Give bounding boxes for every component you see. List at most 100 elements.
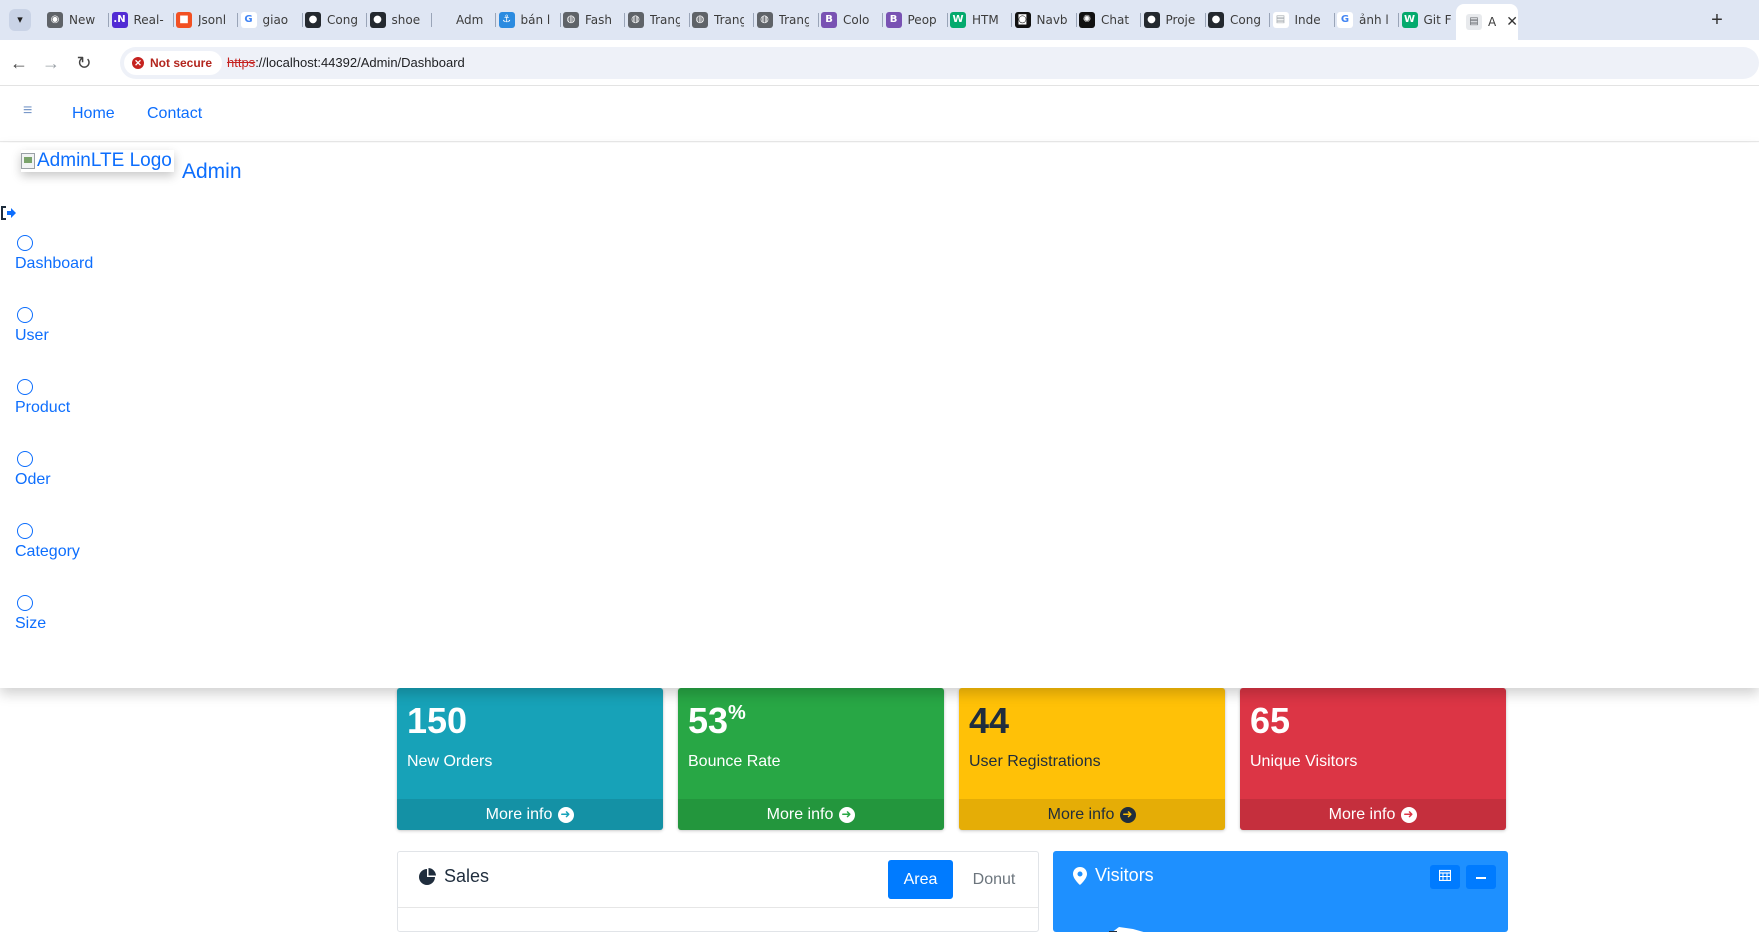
browser-tab[interactable]: ◉ New	[37, 8, 109, 32]
minus-icon	[1476, 876, 1486, 879]
circle-icon	[17, 595, 33, 611]
close-tab-icon[interactable]: ✕	[1506, 14, 1518, 30]
visitors-card-title: Visitors	[1073, 865, 1154, 886]
sidebar-item-label: Oder	[15, 471, 51, 488]
browser-tab[interactable]: W HTM	[940, 8, 1012, 32]
not-secure-icon: ✕	[132, 57, 144, 69]
browser-tab[interactable]: W Git F	[1392, 8, 1464, 32]
github-icon: ●	[1143, 12, 1160, 28]
collapse-button[interactable]	[1466, 865, 1496, 889]
doc-icon: ▤	[1466, 14, 1482, 30]
tab-donut[interactable]: Donut	[962, 860, 1026, 899]
sidebar-item-label: User	[15, 327, 49, 344]
chart-pie-icon	[419, 867, 436, 885]
browser-tab[interactable]: Gảnh l	[1327, 8, 1399, 32]
browser-tab[interactable]: Adm	[424, 8, 496, 32]
broken-image-icon	[21, 153, 35, 169]
stat-box-new-orders: 150 New Orders More info	[397, 688, 663, 830]
browser-tab[interactable]: ◍ Trang	[682, 8, 754, 32]
browser-tab[interactable]: B Colo	[811, 8, 883, 32]
stat-value: 65	[1250, 700, 1291, 741]
active-tab-title: A	[1488, 15, 1497, 29]
microsoft-icon: ■	[176, 12, 192, 28]
arrow-circle-right-icon	[558, 799, 575, 830]
tab-area[interactable]: Area	[888, 860, 953, 899]
stat-label: Bounce Rate	[688, 753, 781, 770]
sidebar-item-dashboard[interactable]: Dashboard	[15, 235, 93, 273]
sidebar-item-label: Dashboard	[15, 255, 94, 272]
bot-icon: ◙	[1014, 12, 1031, 28]
sidebar-item-product[interactable]: Product	[15, 379, 70, 417]
circle-icon	[17, 307, 33, 323]
browser-tab[interactable]: ◍ Fash	[553, 8, 625, 32]
sales-card: Sales Area Donut	[397, 851, 1039, 932]
browser-tab[interactable]: ◙ Navb	[1005, 8, 1077, 32]
forward-arrow-icon[interactable]: →	[39, 51, 63, 75]
browser-tab-title: HTM	[972, 13, 999, 27]
sidebar-item-user[interactable]: User	[15, 307, 49, 345]
browser-tab[interactable]: ✺ Chat	[1069, 8, 1141, 32]
browser-tab-title: Peop	[907, 13, 937, 27]
brand-logo[interactable]: AdminLTE Logo	[21, 150, 174, 172]
active-tab[interactable]: ▤ A ✕	[1456, 4, 1518, 40]
bootstrap-icon: B	[885, 12, 902, 28]
url-text[interactable]: https://localhost:44392/Admin/Dashboard	[227, 55, 465, 70]
visitors-card: Visitors	[1053, 851, 1508, 932]
nav-link-contact[interactable]: Contact	[147, 105, 202, 123]
bootstrap-icon: B	[821, 12, 837, 28]
blank-icon	[434, 12, 450, 28]
brand-text[interactable]: Admin	[182, 160, 242, 184]
circle-icon	[17, 235, 33, 251]
main-sidebar: AdminLTE Logo Admin Dashboard User Produ…	[0, 143, 1759, 688]
tab-search-button[interactable]: ▾	[9, 9, 31, 31]
logout-icon[interactable]	[0, 205, 18, 221]
arrow-circle-right-icon	[1401, 799, 1418, 830]
browser-tab[interactable]: ⚓ bán l	[489, 8, 561, 32]
chrome-icon: ◉	[47, 12, 63, 28]
browser-tab[interactable]: ● Proje	[1134, 8, 1206, 32]
browser-tab[interactable]: B Peop	[876, 8, 948, 32]
browser-tab[interactable]: ● shoe	[360, 8, 432, 32]
hamburger-menu-icon[interactable]: ≡	[23, 102, 32, 120]
stat-value: 53%	[688, 700, 746, 741]
browser-tab-title: Chat	[1101, 13, 1130, 27]
reload-icon[interactable]: ↻	[72, 51, 96, 75]
more-info-link[interactable]: More info	[397, 799, 663, 830]
stat-box-user-registrations: 44 User Registrations More info	[959, 688, 1225, 830]
more-info-link[interactable]: More info	[678, 799, 944, 830]
sidebar-item-size[interactable]: Size	[15, 595, 46, 633]
browser-tab[interactable]: ◍ Trang	[618, 8, 690, 32]
world-map-fragment	[1109, 927, 1144, 932]
more-info-link[interactable]: More info	[959, 799, 1225, 830]
browser-tab[interactable]: ■ Jsonl	[166, 8, 238, 32]
browser-tab-title: Trang	[714, 13, 744, 27]
browser-tab-title: bán l	[520, 13, 551, 27]
browser-tab[interactable]: ◍ Trang	[747, 8, 819, 32]
calendar-button[interactable]	[1430, 865, 1460, 889]
map-marker-icon	[1073, 866, 1087, 885]
sidebar-item-oder[interactable]: Oder	[15, 451, 51, 489]
browser-tab-title: Trang	[649, 13, 680, 27]
security-label: Not secure	[150, 56, 213, 70]
browser-tab[interactable]: ● Cong	[1198, 8, 1270, 32]
new-tab-button[interactable]: +	[1705, 8, 1729, 32]
browser-tab[interactable]: ▤ Inde	[1263, 8, 1335, 32]
security-chip[interactable]: ✕ Not secure	[124, 51, 223, 75]
github-icon: ●	[1208, 12, 1224, 28]
site-icon: ⚓	[498, 12, 515, 28]
url-omnibox[interactable]: ✕ Not secure https://localhost:44392/Adm…	[120, 47, 1759, 79]
browser-tab[interactable]: Ggiao	[231, 8, 303, 32]
back-arrow-icon[interactable]: ←	[7, 51, 31, 75]
dotnet-icon: .N	[111, 12, 128, 28]
browser-tab[interactable]: .N Real-	[102, 8, 174, 32]
more-info-link[interactable]: More info	[1240, 799, 1506, 830]
browser-tab-title: Real-	[133, 13, 164, 27]
browser-tab-strip: ▾ ◉ New .N Real- ■ Jsonl Ggiao ● Cong ● shoe Adm ⚓ bá…	[0, 0, 1759, 40]
browser-tab[interactable]: ● Cong	[295, 8, 367, 32]
browser-tab-title: New	[69, 13, 96, 27]
sidebar-item-category[interactable]: Category	[15, 523, 80, 561]
browser-tab-title: Cong	[327, 13, 357, 27]
browser-tab-title: Jsonl	[198, 13, 227, 27]
nav-link-home[interactable]: Home	[72, 105, 115, 123]
sales-card-title: Sales	[418, 866, 489, 887]
